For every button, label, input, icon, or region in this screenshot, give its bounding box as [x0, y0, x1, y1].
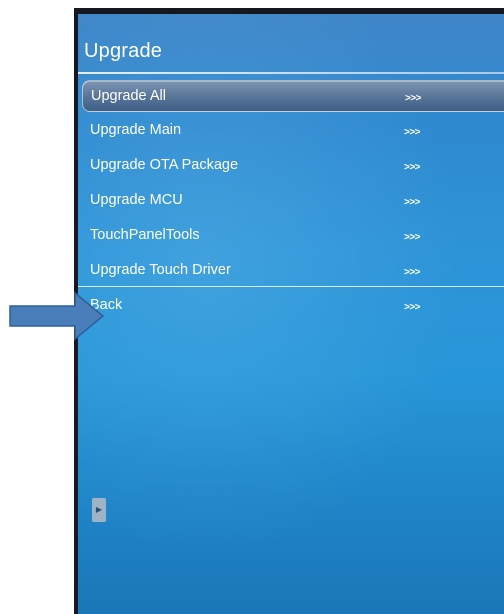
- menu-item-touch-panel-tools[interactable]: TouchPanelTools >>>: [82, 220, 504, 250]
- menu-item-label: Upgrade Touch Driver: [90, 262, 231, 278]
- tv-bezel: Upgrade Upgrade All >>> Upgrade Main >>>…: [74, 8, 504, 614]
- chevron-right-icon: ▶: [95, 505, 103, 514]
- menu-item-label: TouchPanelTools: [90, 227, 200, 243]
- chevron-right-icon: >>>: [404, 197, 421, 208]
- side-panel-tab[interactable]: ▶: [92, 498, 106, 522]
- title-divider: [78, 72, 504, 74]
- chevron-right-icon: >>>: [404, 232, 421, 243]
- chevron-right-icon: >>>: [404, 302, 421, 313]
- menu-item-label: Upgrade OTA Package: [90, 157, 239, 173]
- page: Upgrade Upgrade All >>> Upgrade Main >>>…: [0, 0, 504, 614]
- chevron-right-icon: >>>: [404, 162, 421, 173]
- chevron-right-icon: >>>: [404, 267, 421, 278]
- menu-item-label: Upgrade MCU: [90, 192, 183, 208]
- chevron-right-icon: >>>: [404, 127, 421, 138]
- menu-item-upgrade-mcu[interactable]: Upgrade MCU >>>: [82, 185, 504, 215]
- arrow-right-icon: [9, 291, 105, 341]
- menu-title: Upgrade: [84, 40, 163, 62]
- menu-item-label: Upgrade Main: [90, 122, 182, 138]
- menu-item-back[interactable]: Back >>>: [82, 290, 504, 320]
- menu-item-upgrade-ota-package[interactable]: Upgrade OTA Package >>>: [82, 150, 504, 180]
- menu-item-upgrade-touch-driver[interactable]: Upgrade Touch Driver >>>: [82, 255, 504, 285]
- chevron-right-icon: >>>: [405, 93, 422, 104]
- menu-item-upgrade-main[interactable]: Upgrade Main >>>: [82, 115, 504, 145]
- menu-item-label: Upgrade All: [91, 88, 166, 104]
- menu-item-upgrade-all[interactable]: Upgrade All >>>: [82, 80, 504, 112]
- tv-screen: Upgrade Upgrade All >>> Upgrade Main >>>…: [78, 14, 504, 614]
- menu-divider: [78, 286, 504, 287]
